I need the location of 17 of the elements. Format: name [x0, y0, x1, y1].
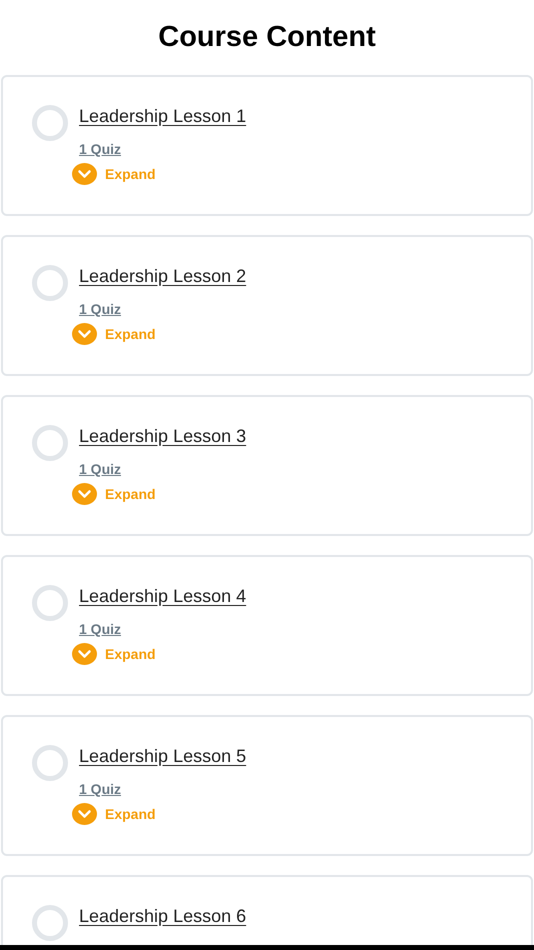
lesson-link[interactable]: Leadership Lesson 5: [79, 744, 246, 768]
quiz-link[interactable]: 1 Quiz: [79, 780, 122, 798]
quiz-link[interactable]: 1 Quiz: [79, 140, 122, 158]
lesson-link[interactable]: Leadership Lesson 1: [79, 104, 246, 128]
chevron-icon: [72, 803, 97, 825]
lesson-link[interactable]: Leadership Lesson 3: [79, 424, 246, 448]
quiz-link[interactable]: 1 Quiz: [79, 620, 122, 638]
chevron-icon: [72, 163, 97, 185]
chevron-icon: [72, 643, 97, 665]
page-title: Course Content: [158, 20, 376, 55]
lesson-link[interactable]: Leadership Lesson 4: [79, 584, 246, 608]
quiz-link[interactable]: 1 Quiz: [79, 460, 122, 478]
lesson-link[interactable]: Leadership Lesson 2: [79, 264, 246, 288]
chevron-icon: [72, 483, 97, 505]
chevron-icon: [72, 323, 97, 345]
lesson-link[interactable]: Leadership Lesson 6: [79, 904, 246, 928]
quiz-link[interactable]: 1 Quiz: [79, 300, 122, 318]
